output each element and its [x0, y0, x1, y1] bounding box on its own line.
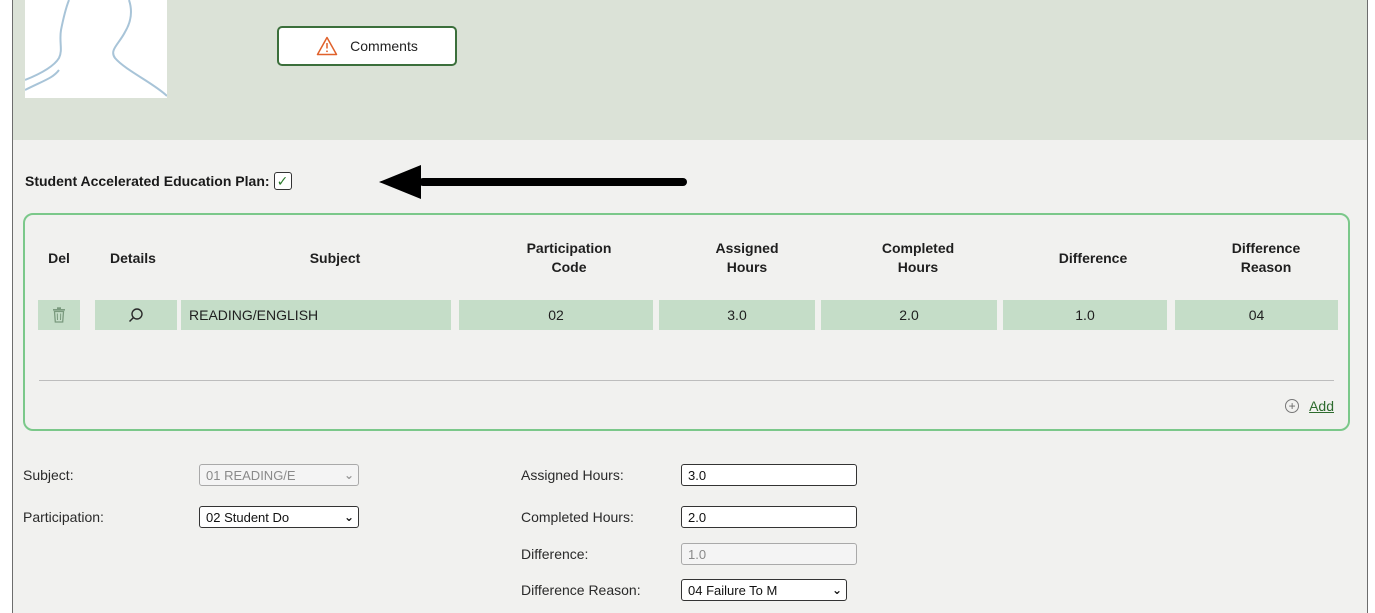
- assigned-hours-input[interactable]: 3.0: [681, 464, 857, 486]
- student-header: Comments: [13, 0, 1367, 140]
- col-header-subject: Subject: [309, 250, 361, 266]
- difference-reason-select[interactable]: 04 Failure To M ⌄: [681, 579, 847, 601]
- plus-circle-icon: +: [1285, 399, 1300, 413]
- col-header-line: Reason: [1240, 259, 1292, 275]
- col-header-line: Hours: [726, 259, 768, 275]
- col-header-assigned-hours: Assigned Hours: [671, 239, 823, 277]
- trash-icon: [53, 307, 65, 323]
- cell-difference-reason[interactable]: 04: [1175, 300, 1338, 330]
- difference-reason-select-value: 04 Failure To M: [688, 582, 778, 598]
- col-header-line: Completed: [881, 240, 955, 256]
- cell-difference[interactable]: 1.0: [1003, 300, 1167, 330]
- chevron-down-icon: ⌄: [343, 468, 354, 482]
- cell-assigned-hours[interactable]: 3.0: [659, 300, 815, 330]
- completed-hours-input[interactable]: 2.0: [681, 506, 857, 528]
- grid-divider: [39, 380, 1334, 381]
- student-avatar: [25, 0, 167, 98]
- accelerated-plan-label: Student Accelerated Education Plan:: [25, 173, 270, 189]
- cell-participation-code[interactable]: 02: [459, 300, 653, 330]
- page-frame: Comments Student Accelerated Education P…: [12, 0, 1368, 613]
- accelerated-plan-row: Student Accelerated Education Plan: ✓: [25, 172, 292, 190]
- delete-button[interactable]: [38, 300, 80, 330]
- accelerated-plan-checkbox[interactable]: ✓: [273, 172, 292, 190]
- col-header-completed-hours: Completed Hours: [833, 239, 1003, 277]
- col-header-line: Assigned: [715, 240, 779, 256]
- col-header-difference: Difference: [1058, 250, 1128, 266]
- participation-select-value: 02 Student Do: [206, 509, 290, 525]
- col-header-line: Hours: [897, 259, 939, 275]
- add-row-control[interactable]: + Add: [1285, 398, 1334, 414]
- search-icon: [128, 308, 143, 323]
- col-header-details: Details: [110, 250, 156, 266]
- arrow-pointer-icon: [379, 165, 687, 199]
- col-header-line: Difference: [1231, 240, 1301, 256]
- cell-completed-hours[interactable]: 2.0: [821, 300, 997, 330]
- difference-input: 1.0: [681, 543, 857, 565]
- warning-icon: [316, 36, 338, 56]
- comments-label: Comments: [350, 38, 418, 54]
- difference-reason-label: Difference Reason:: [521, 582, 641, 598]
- comments-button[interactable]: Comments: [277, 26, 457, 66]
- check-icon: ✓: [276, 173, 289, 189]
- person-silhouette-icon: [25, 0, 167, 97]
- chevron-down-icon: ⌄: [831, 583, 842, 597]
- participation-label: Participation:: [23, 509, 104, 525]
- difference-label: Difference:: [521, 546, 589, 562]
- col-header-line: Code: [551, 259, 587, 275]
- cell-subject[interactable]: READING/ENGLISH: [181, 300, 451, 330]
- col-header-difference-reason: Difference Reason: [1185, 239, 1347, 277]
- chevron-down-icon: ⌄: [343, 510, 354, 524]
- subject-select-value: 01 READING/E: [206, 467, 296, 483]
- assigned-hours-label: Assigned Hours:: [521, 467, 624, 483]
- aep-grid: Del Details Subject Participation Code A…: [23, 213, 1350, 431]
- details-button[interactable]: [95, 300, 177, 330]
- subject-select[interactable]: 01 READING/E ⌄: [199, 464, 359, 486]
- participation-select[interactable]: 02 Student Do ⌄: [199, 506, 359, 528]
- col-header-del: Del: [48, 250, 70, 266]
- completed-hours-label: Completed Hours:: [521, 509, 634, 525]
- col-header-line: Participation: [526, 240, 612, 256]
- col-header-participation-code: Participation Code: [471, 239, 667, 277]
- add-link[interactable]: Add: [1309, 398, 1334, 414]
- subject-label: Subject:: [23, 467, 74, 483]
